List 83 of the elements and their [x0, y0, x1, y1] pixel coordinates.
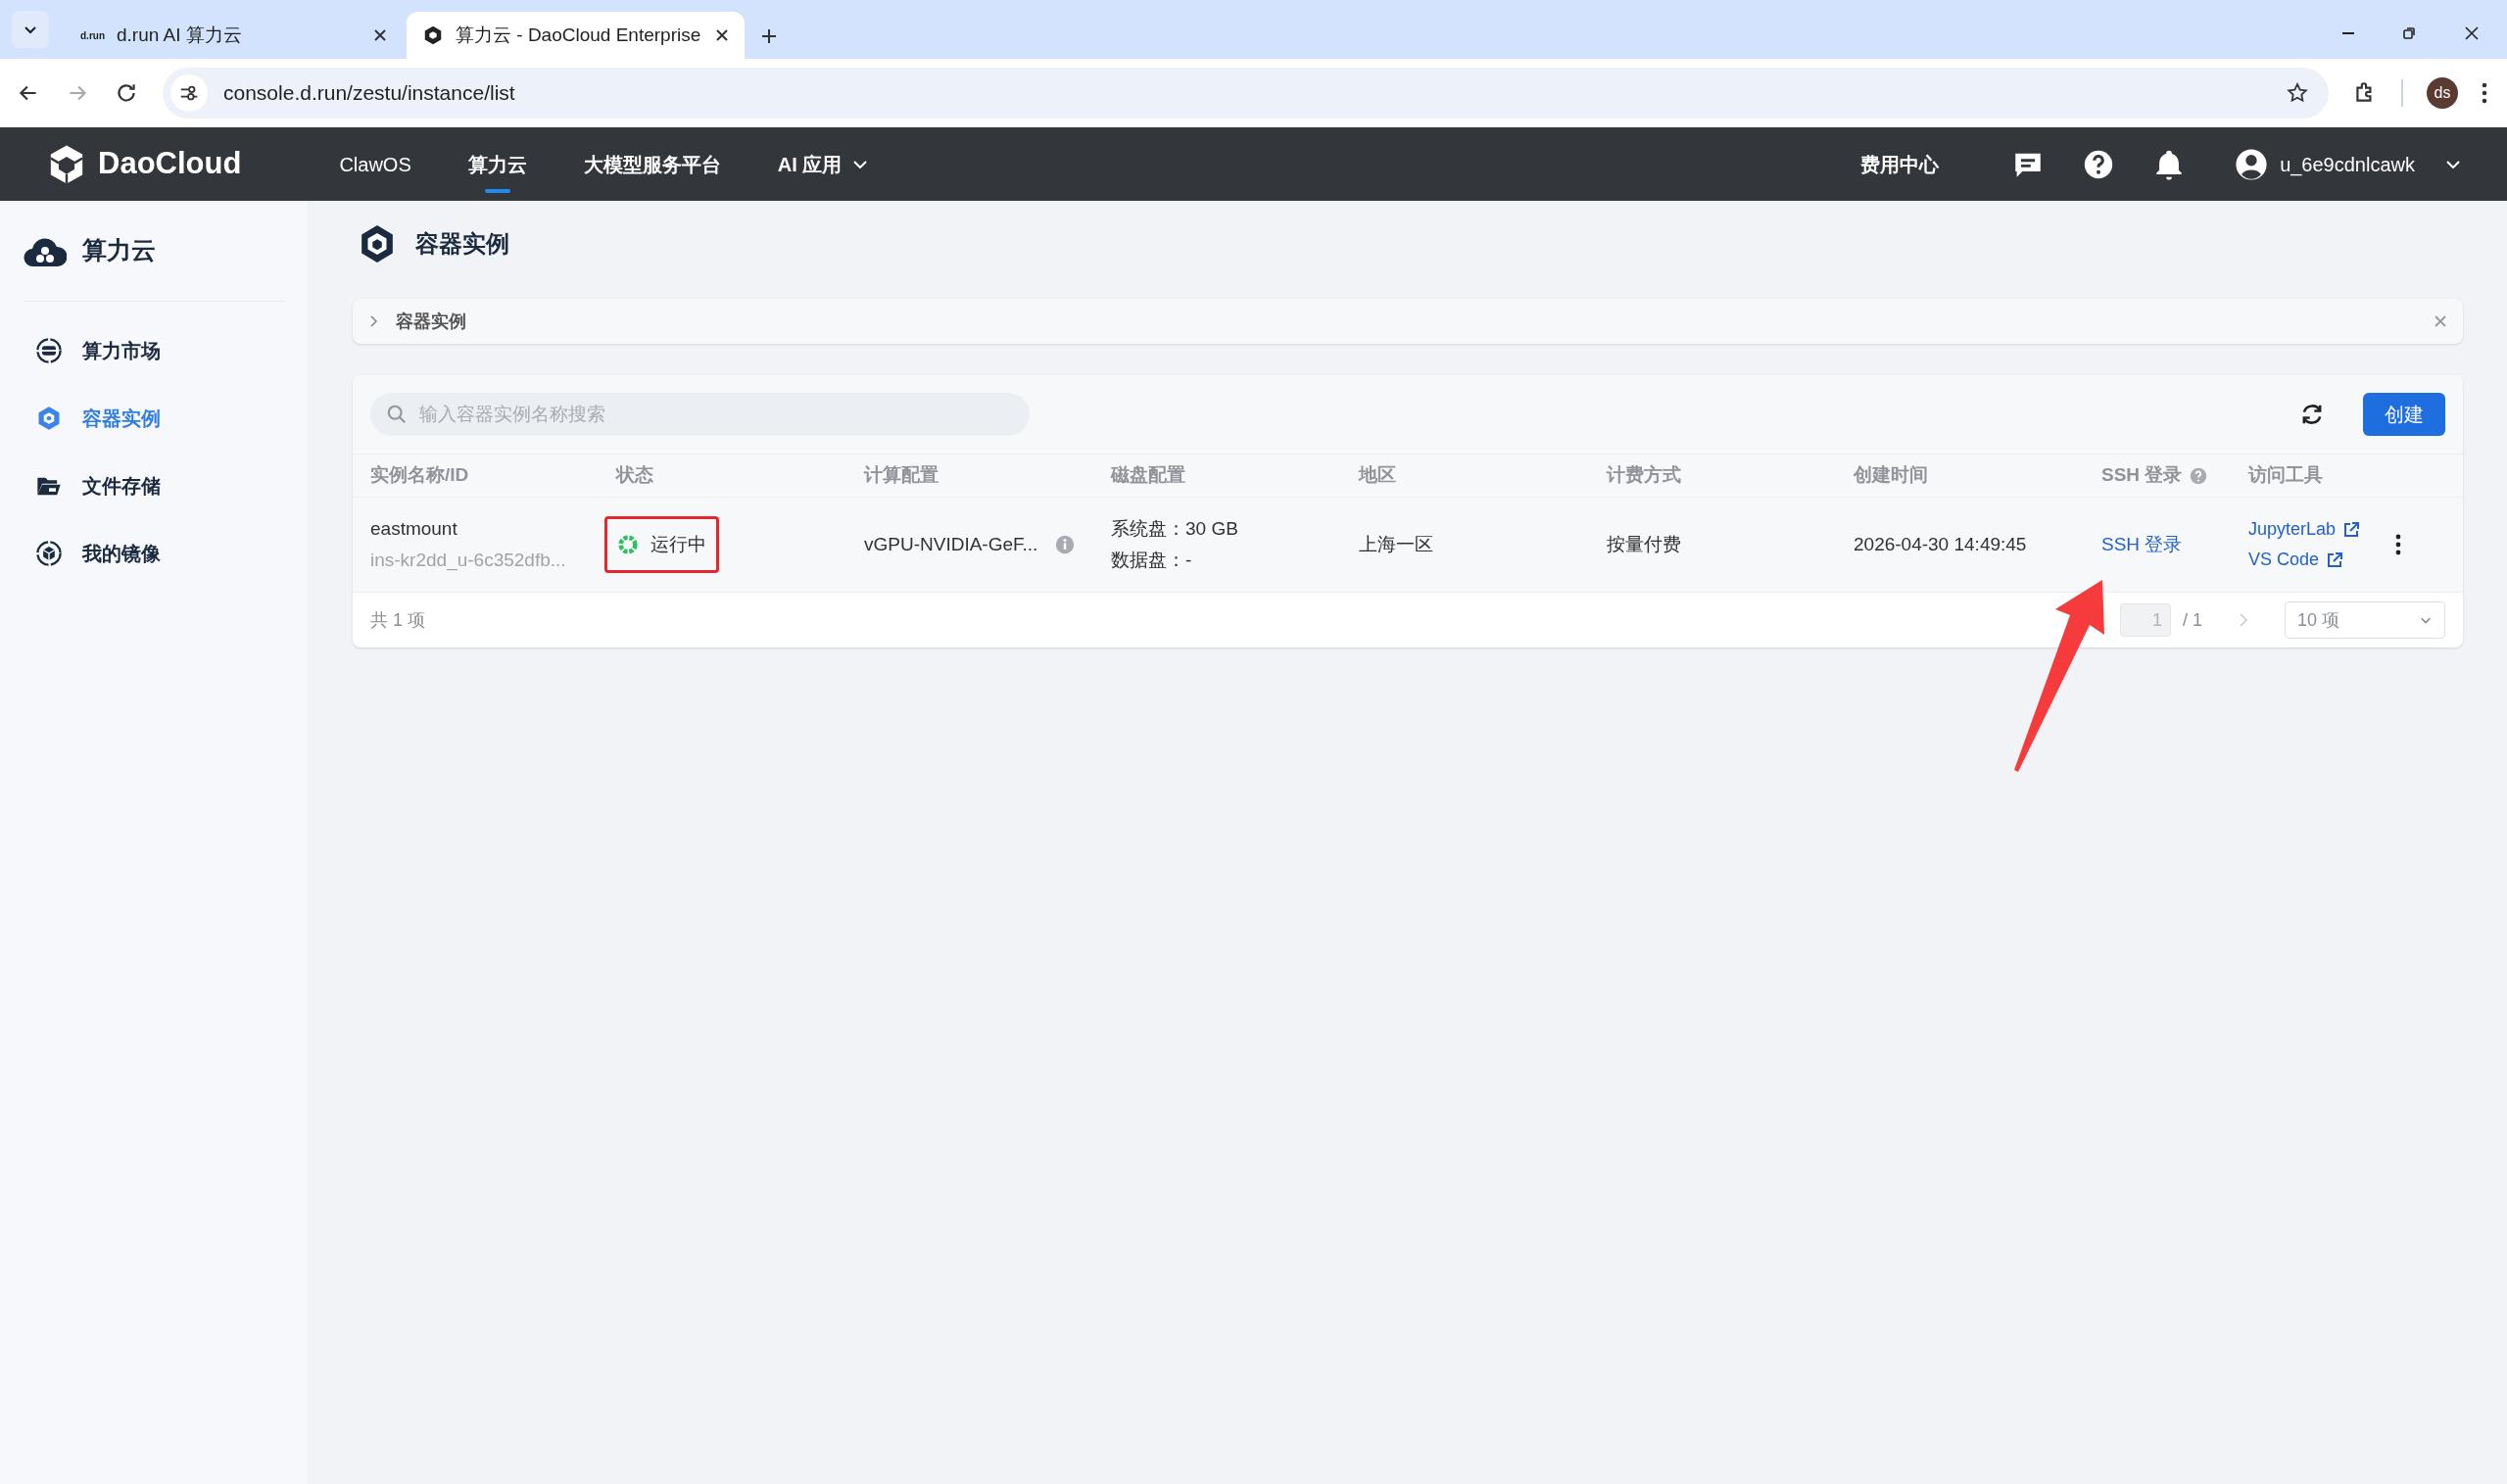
table-cell-text: vGPU-NVIDIA-GeF...: [864, 532, 1038, 556]
tool-link[interactable]: VS Code: [2248, 547, 2386, 573]
logo-icon: [47, 143, 86, 185]
close-icon: [2434, 314, 2447, 328]
close-icon: [373, 28, 387, 42]
site-info-button[interactable]: [170, 74, 208, 112]
total-count: 共 1 项: [370, 608, 425, 632]
profile-avatar[interactable]: ds: [2427, 77, 2458, 109]
tab-list-button[interactable]: [12, 11, 49, 48]
close-icon: [2464, 25, 2480, 41]
running-icon: [617, 534, 639, 555]
restore-icon: [2401, 25, 2417, 41]
minimize-icon: [2342, 32, 2354, 34]
hexagon-icon: [422, 24, 444, 46]
star-icon: [2286, 81, 2309, 105]
nav-tab[interactable]: AI 应用: [777, 127, 868, 201]
hexagon-icon: [359, 223, 396, 264]
sidebar-item[interactable]: 我的镜像: [24, 519, 284, 588]
status-indicator: 运行中: [604, 515, 719, 574]
external-link-icon: [2327, 551, 2343, 568]
favicon: d.run: [80, 28, 105, 43]
billing-center-link[interactable]: 费用中心: [1860, 149, 1940, 179]
close-window-button[interactable]: [2464, 25, 2480, 41]
table-cell-text: 系统盘：30 GB: [1111, 516, 1239, 541]
tool-link[interactable]: JupyterLab: [2248, 516, 2386, 543]
instance-id: ins-kr2dd_u-6c352dfb...: [370, 549, 567, 573]
chevron-down-icon: [853, 160, 868, 168]
chevron-right-icon: [2238, 612, 2249, 628]
server-icon: [35, 337, 63, 364]
nav-tab[interactable]: ClawOS: [339, 127, 411, 201]
column-header: 地区: [1359, 463, 1396, 488]
table-cell-text: 数据盘：-: [1111, 549, 1193, 572]
new-tab-button[interactable]: [760, 27, 778, 45]
close-tab-button[interactable]: [715, 28, 729, 42]
column-header: 磁盘配置: [1111, 463, 1185, 488]
sidebar-item[interactable]: 文件存储: [24, 452, 284, 520]
logo-text: DaoCloud: [98, 145, 242, 183]
column-header: 实例名称/ID: [370, 463, 469, 488]
page-size-select[interactable]: 10 项: [2285, 601, 2445, 639]
more-vertical-icon: [2482, 82, 2487, 104]
nav-tab[interactable]: 大模型服务平台: [583, 127, 721, 201]
sidebar-item[interactable]: 算力市场: [24, 316, 284, 385]
column-header: 计算配置: [864, 463, 939, 488]
url-text: console.d.run/zestu/instance/list: [223, 80, 516, 107]
ssh-login-link[interactable]: SSH 登录: [2101, 533, 2183, 554]
close-tab-button[interactable]: [373, 28, 387, 42]
user-menu[interactable]: u_6e9cdnlcawk: [2235, 147, 2460, 181]
column-header: 计费方式: [1607, 463, 1681, 488]
chevron-right-icon: [368, 314, 380, 328]
search-icon: [386, 404, 408, 425]
chevron-down-icon: [2446, 160, 2460, 168]
table-cell: 2026-04-30 14:49:45: [1854, 533, 2027, 554]
external-link-icon: [2343, 521, 2360, 538]
column-header: 访问工具: [2248, 463, 2323, 488]
search-field[interactable]: 输入容器实例名称搜索: [370, 393, 1030, 436]
info-icon: [1055, 535, 1076, 554]
instance-name: eastmount: [370, 516, 458, 541]
close-button[interactable]: [2434, 314, 2447, 328]
sidebar-item[interactable]: 容器实例: [24, 384, 284, 453]
close-icon: [715, 28, 729, 42]
column-header: 状态: [616, 463, 653, 488]
breadcrumb-item[interactable]: 容器实例: [396, 308, 466, 335]
table-cell: 按量付费: [1607, 533, 1681, 554]
nav-tab[interactable]: 算力云: [467, 127, 527, 201]
user-avatar-icon: [2235, 147, 2269, 181]
more-vertical-icon: [2395, 533, 2401, 556]
restore-button[interactable]: [2401, 25, 2417, 41]
browser-menu-button[interactable]: [2482, 82, 2487, 104]
address-bar[interactable]: console.d.run/zestu/instance/list: [163, 68, 2329, 119]
box-icon: [35, 540, 63, 567]
plus-icon: [760, 27, 778, 45]
create-button[interactable]: 创建: [2363, 393, 2445, 436]
tab-title: d.run AI 算力云: [117, 23, 243, 47]
page-count: / 1: [2183, 608, 2202, 632]
page-title: 容器实例: [415, 229, 509, 259]
browser-tab[interactable]: 算力云 - DaoCloud Enterprise: [407, 12, 745, 59]
column-header: SSH 登录: [2101, 463, 2183, 488]
tab-title: 算力云 - DaoCloud Enterprise: [456, 23, 702, 47]
browser-tab[interactable]: d.run d.run AI 算力云: [65, 12, 403, 59]
more-button[interactable]: [2395, 533, 2401, 556]
column-header: 创建时间: [1854, 463, 1928, 488]
table-cell: 上海一区: [1359, 533, 1433, 554]
sidebar-title: 算力云: [82, 235, 156, 265]
